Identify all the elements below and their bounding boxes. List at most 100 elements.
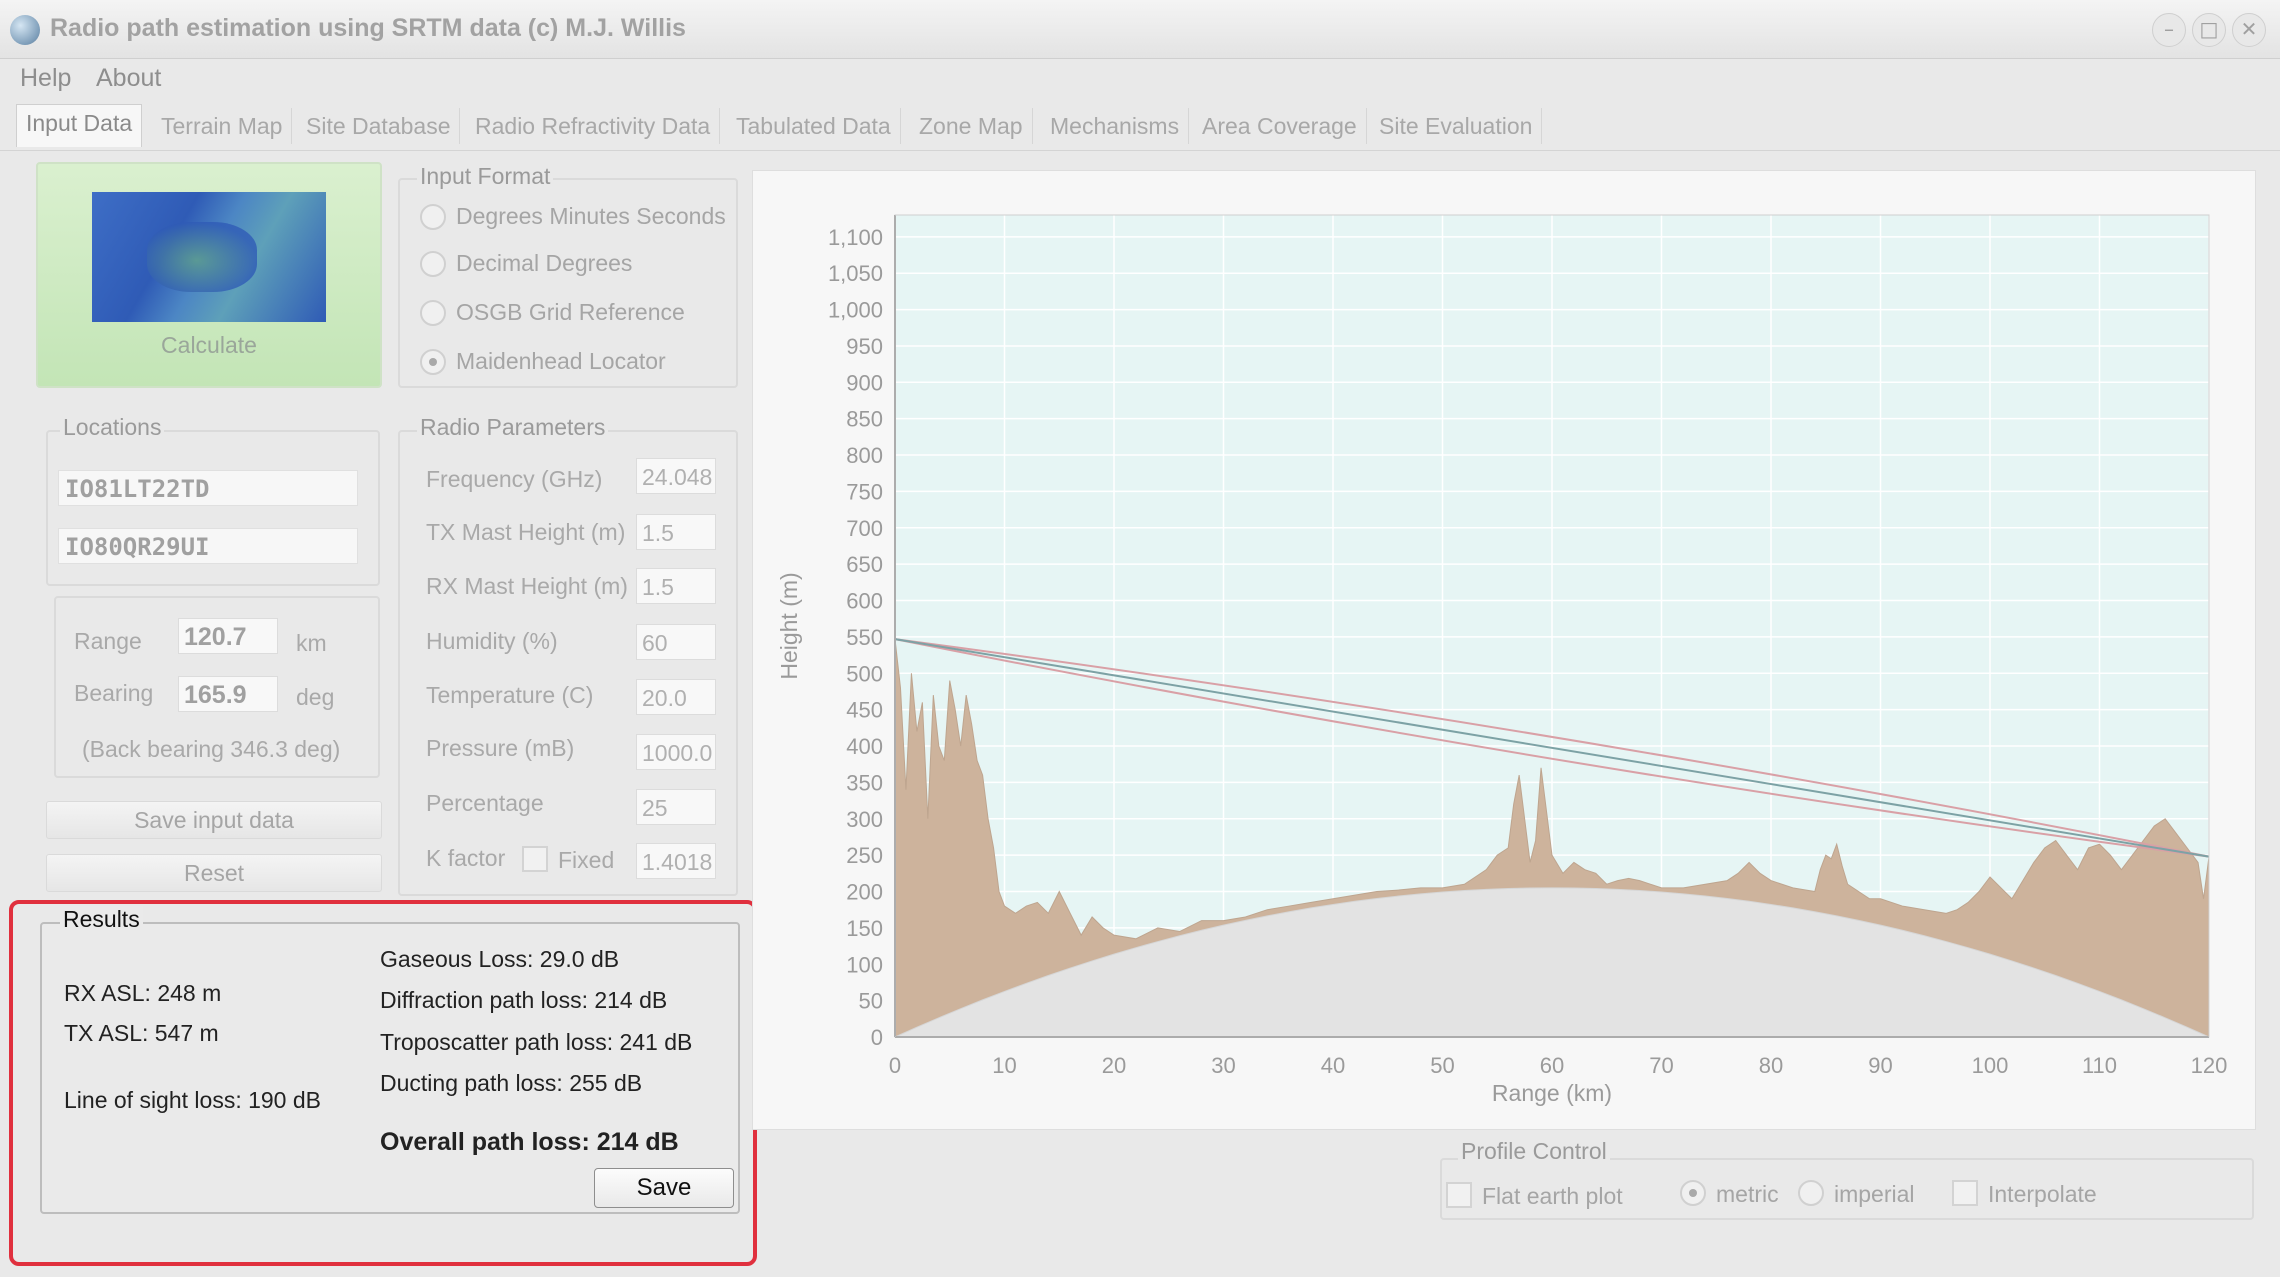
fixed-checkbox[interactable] [522,846,548,872]
x-tick-label: 80 [1759,1053,1783,1078]
tab-tabulated-data[interactable]: Tabulated Data [727,108,901,144]
tab-mechanisms[interactable]: Mechanisms [1041,108,1190,144]
y-tick-label: 400 [846,734,883,759]
calculate-button[interactable]: Calculate [36,162,382,388]
y-tick-label: 500 [846,661,883,686]
percentage-input[interactable]: 25 [636,789,716,825]
x-tick-label: 50 [1430,1053,1454,1078]
path-profile-panel: 0 10 20 30 40 50 60 70 80 90 100 110 120 0 50 100 150 200… [752,170,2256,1130]
bearing-unit: deg [296,684,335,710]
radio-metric[interactable] [1680,1180,1706,1206]
calculate-label: Calculate [161,332,257,358]
close-icon[interactable]: ✕ [2232,13,2266,47]
radio-imperial[interactable] [1798,1180,1824,1206]
x-tick-label: 90 [1868,1053,1892,1078]
tab-area-coverage[interactable]: Area Coverage [1193,108,1367,144]
y-tick-label: 600 [846,589,883,614]
pressure-input[interactable]: 1000.0 [636,734,716,770]
x-axis-title: Range (km) [1492,1080,1612,1106]
x-tick-label: 10 [992,1053,1016,1078]
tab-bar: Input Data Terrain Map Site Database Rad… [0,100,2280,151]
radio-maidenhead[interactable] [420,349,446,375]
y-tick-label: 350 [846,770,883,795]
frequency-input[interactable]: 24.048 [636,458,716,494]
tx-mast-label: TX Mast Height (m) [426,519,626,545]
tab-zone-map[interactable]: Zone Map [910,108,1033,144]
menu-help[interactable]: Help [20,64,71,93]
interpolate-checkbox[interactable] [1952,1180,1978,1206]
radio-metric-label: metric [1716,1181,1779,1207]
tab-site-database[interactable]: Site Database [297,108,461,144]
reset-button[interactable]: Reset [46,854,382,892]
menu-about[interactable]: About [96,64,161,93]
x-tick-label: 110 [2082,1053,2117,1078]
radio-imperial-label: imperial [1834,1181,1915,1207]
x-tick-label: 40 [1321,1053,1345,1078]
radio-dms[interactable] [420,204,446,230]
radio-parameters-title: Radio Parameters [417,414,609,441]
kfactor-input[interactable]: 1.4018 [636,843,716,879]
y-tick-label: 750 [846,479,883,504]
radio-decimal-label: Decimal Degrees [456,250,633,276]
temperature-input[interactable]: 20.0 [636,679,716,715]
radio-decimal[interactable] [420,251,446,277]
bearing-value: 165.9 [178,676,278,712]
y-tick-label: 300 [846,807,883,832]
range-unit: km [296,630,327,656]
x-tick-label: 0 [889,1053,901,1078]
europe-map-icon [92,192,326,322]
tx-mast-input[interactable]: 1.5 [636,514,716,550]
radio-osgb-label: OSGB Grid Reference [456,299,685,325]
y-tick-label: 850 [846,407,883,432]
location-1-input[interactable]: IO81LT22TD [58,470,358,506]
radio-parameters-group [398,430,738,896]
y-tick-label: 900 [846,370,883,395]
interpolate-label: Interpolate [1988,1181,2097,1207]
input-format-title: Input Format [417,163,554,190]
tab-site-evaluation[interactable]: Site Evaluation [1370,108,1543,144]
path-profile-chart: 0 10 20 30 40 50 60 70 80 90 100 110 120 0 50 100 150 200… [776,214,2228,1106]
radio-maidenhead-label: Maidenhead Locator [456,348,666,374]
radio-dms-label: Degrees Minutes Seconds [456,203,726,229]
y-tick-label: 150 [846,916,883,941]
y-tick-label: 700 [846,516,883,541]
locations-title: Locations [60,414,165,441]
frequency-label: Frequency (GHz) [426,466,603,492]
y-tick-label: 1,100 [828,225,883,250]
range-label: Range [74,628,142,654]
location-2-input[interactable]: IO80QR29UI [58,528,358,564]
maximize-icon[interactable]: □ [2192,13,2226,47]
tab-input-data[interactable]: Input Data [16,104,143,147]
rx-mast-label: RX Mast Height (m) [426,573,628,599]
y-tick-label: 950 [846,334,883,359]
y-tick-label: 800 [846,443,883,468]
tab-radio-refractivity-data[interactable]: Radio Refractivity Data [466,108,721,144]
radio-osgb[interactable] [420,300,446,326]
flat-earth-checkbox[interactable] [1446,1182,1472,1208]
y-tick-label: 0 [871,1025,883,1050]
x-tick-label: 70 [1649,1053,1673,1078]
humidity-label: Humidity (%) [426,628,558,654]
tab-terrain-map[interactable]: Terrain Map [152,108,293,144]
y-tick-label: 650 [846,552,883,577]
app-globe-icon [10,15,40,45]
y-tick-label: 200 [846,880,883,905]
rx-mast-input[interactable]: 1.5 [636,568,716,604]
y-tick-label: 550 [846,625,883,650]
y-axis-title: Height (m) [776,572,802,679]
save-input-data-button[interactable]: Save input data [46,801,382,839]
title-bar: Radio path estimation using SRTM data (c… [0,0,2280,59]
minimize-icon[interactable]: – [2152,13,2186,47]
fixed-label: Fixed [558,847,615,873]
y-tick-label: 250 [846,843,883,868]
y-tick-label: 1,050 [828,261,883,286]
kfactor-label: K factor [426,845,506,871]
results-highlight-box [9,900,757,1266]
range-value: 120.7 [178,618,278,654]
x-tick-label: 30 [1211,1053,1235,1078]
humidity-input[interactable]: 60 [636,624,716,660]
back-bearing-text: (Back bearing 346.3 deg) [82,736,341,762]
y-tick-label: 100 [846,952,883,977]
profile-control-title: Profile Control [1458,1138,1610,1165]
x-tick-label: 120 [2191,1053,2228,1078]
